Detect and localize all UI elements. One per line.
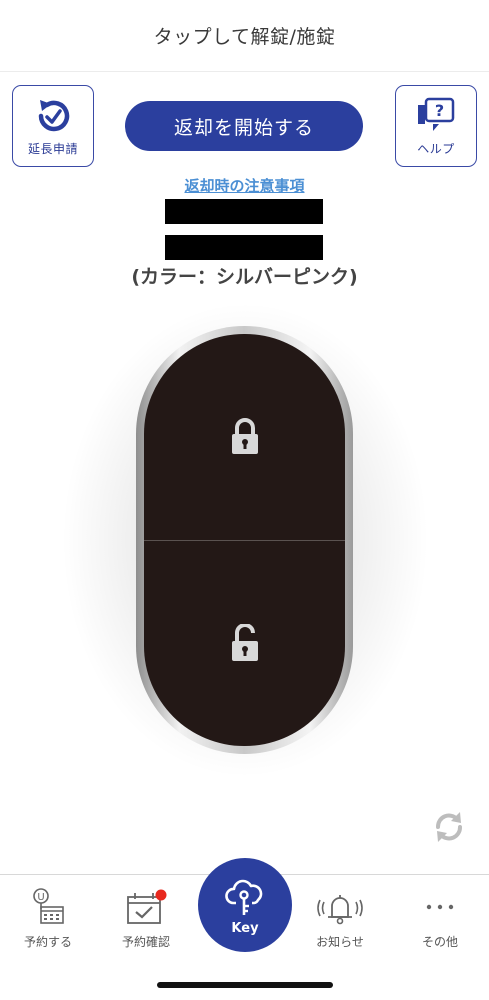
vehicle-color-label: (カラー：シルバーピンク) bbox=[131, 266, 358, 288]
tab-other[interactable]: その他 bbox=[400, 875, 480, 965]
svg-text:?: ? bbox=[435, 101, 444, 120]
tab-reservation-check-label: 予約確認 bbox=[121, 935, 170, 949]
tab-notices[interactable]: お知らせ bbox=[300, 875, 380, 965]
tab-other-label: その他 bbox=[421, 935, 458, 949]
extension-request-label: 延長申請 bbox=[27, 142, 78, 156]
svg-text:U: U bbox=[37, 892, 44, 903]
help-label: ヘルプ bbox=[417, 142, 455, 156]
cloud-key-icon bbox=[225, 879, 263, 915]
tab-key[interactable]: Key bbox=[198, 858, 292, 952]
lock-icon bbox=[231, 418, 258, 454]
return-notice-link[interactable]: 返却時の注意事項 bbox=[0, 175, 489, 196]
key-fob bbox=[136, 326, 353, 754]
bell-icon bbox=[317, 895, 363, 925]
page-title: タップして解錠/施錠 bbox=[153, 26, 336, 48]
unlock-icon bbox=[231, 623, 258, 661]
refresh-button[interactable] bbox=[430, 808, 468, 846]
app-header: タップして解錠/施錠 bbox=[0, 0, 489, 72]
extension-clock-icon bbox=[38, 100, 70, 132]
key-fob-face bbox=[144, 334, 345, 746]
lock-button[interactable] bbox=[144, 334, 345, 540]
help-bubble-icon: ? bbox=[418, 97, 455, 131]
start-return-button[interactable]: 返却を開始する bbox=[125, 101, 363, 151]
notification-badge bbox=[155, 889, 167, 901]
tab-reserve[interactable]: U 予約する bbox=[8, 875, 88, 965]
tab-notices-label: お知らせ bbox=[316, 935, 364, 949]
refresh-icon bbox=[436, 812, 462, 842]
redacted-vehicle-info-1 bbox=[165, 199, 323, 224]
calendar-check-icon bbox=[127, 889, 167, 924]
tab-reservation-check[interactable]: 予約確認 bbox=[106, 875, 186, 965]
redacted-vehicle-info-2 bbox=[165, 235, 323, 260]
reserve-calendar-icon: U bbox=[33, 888, 64, 924]
extension-request-button[interactable]: 延長申請 bbox=[12, 85, 94, 167]
more-icon bbox=[426, 904, 454, 910]
tab-key-label: Key bbox=[231, 920, 259, 936]
tab-reserve-label: 予約する bbox=[23, 935, 72, 949]
help-button[interactable]: ? ヘルプ bbox=[395, 85, 477, 167]
home-indicator bbox=[157, 982, 333, 988]
unlock-button[interactable] bbox=[144, 540, 345, 746]
